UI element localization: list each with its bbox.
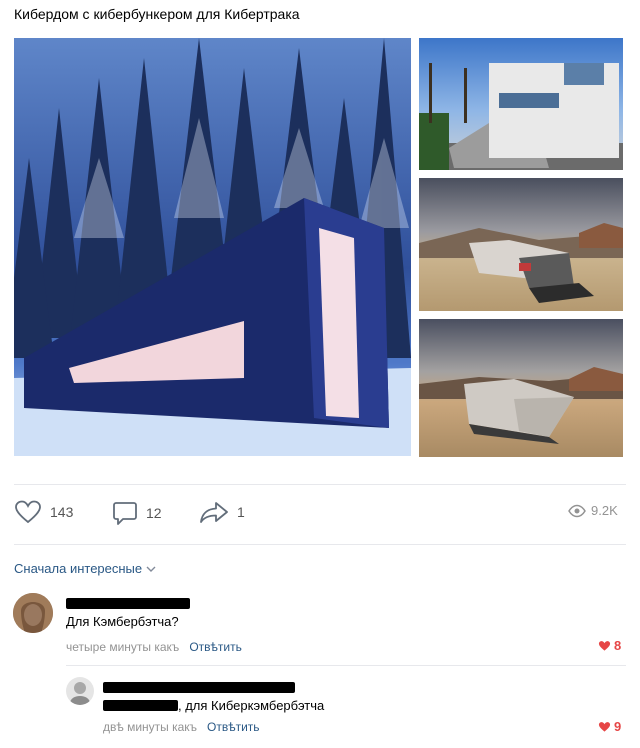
avatar[interactable] — [66, 677, 94, 705]
comment-text: , для Киберкэмбербэтча — [178, 698, 325, 713]
redacted-author-name — [103, 682, 295, 693]
divider — [14, 544, 626, 545]
house-image — [419, 63, 623, 170]
post-title: Кибердом с кибербункером для Кибертрака — [14, 6, 300, 22]
redacted-author-name — [66, 598, 190, 609]
like-count: 143 — [50, 504, 74, 520]
redacted-reply-target — [103, 700, 178, 711]
comment-button[interactable]: 12 — [112, 500, 162, 526]
reply-button[interactable]: Отвѣтить — [207, 720, 260, 734]
comment-icon — [113, 502, 137, 525]
post-photo-4[interactable] — [419, 319, 623, 457]
share-button[interactable]: 1 — [199, 500, 245, 524]
eye-icon — [568, 504, 586, 517]
cabin-snow-image — [14, 38, 411, 456]
comment-meta: двѣ минуты какъ Отвѣтить — [103, 720, 260, 734]
comment-like-count: 9 — [614, 719, 622, 734]
reply-button[interactable]: Отвѣтить — [189, 640, 242, 654]
post-photo-3[interactable] — [419, 178, 623, 311]
views-count: 9.2K — [591, 503, 618, 518]
user-photo — [13, 593, 53, 633]
post-photo-main[interactable] — [14, 38, 411, 456]
comment-meta: четыре минуты какъ Отвѣтить — [66, 640, 242, 654]
divider — [14, 484, 626, 485]
share-count: 1 — [237, 504, 245, 520]
bunker-closed-image — [419, 367, 623, 444]
heart-filled-icon — [598, 640, 611, 651]
comment-time: четыре минуты какъ — [66, 640, 180, 654]
share-arrow-icon — [200, 502, 228, 523]
heart-icon — [15, 500, 41, 524]
views-counter: 9.2K — [568, 503, 618, 518]
chevron-down-icon — [146, 566, 156, 572]
divider — [66, 665, 626, 666]
like-button[interactable]: 143 — [14, 500, 73, 524]
post-photo-2[interactable] — [419, 38, 623, 170]
comment-text: Для Кэмбербэтча? — [66, 614, 179, 629]
comment-time: двѣ минуты какъ — [103, 720, 198, 734]
comment-like-count: 8 — [614, 638, 622, 653]
avatar[interactable] — [13, 593, 53, 633]
comment-count: 12 — [146, 505, 162, 521]
bunker-open-image — [419, 223, 623, 303]
comment-like-button[interactable]: 8 — [598, 638, 621, 653]
comment-like-button[interactable]: 9 — [598, 719, 621, 734]
sort-label: Сначала интересные — [14, 561, 143, 576]
heart-filled-icon — [598, 721, 611, 732]
user-photo — [66, 677, 94, 705]
comments-sort-dropdown[interactable]: Сначала интересные — [14, 561, 156, 576]
